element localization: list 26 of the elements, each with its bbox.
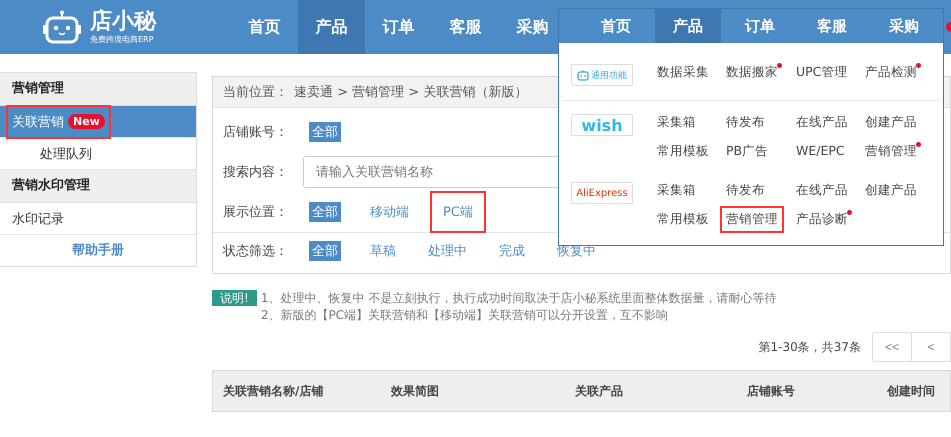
column-header: 效果简图: [391, 382, 440, 400]
filter-label: 展示位置：: [223, 204, 289, 221]
column-header: 关联产品: [575, 382, 624, 400]
notice-badge: 说明!: [212, 290, 257, 306]
filter-label: 状态筛选：: [223, 243, 289, 260]
breadcrumb-path: 速卖通 > 营销管理 > 关联营销（新版）: [294, 84, 528, 101]
brand-tagline: 免费跨境电商ERP: [90, 35, 154, 45]
notice-text: 1、处理中、恢复中 不是立刻执行，执行成功时间取决于店小秘系统里面整体数据量，请耐心等待: [260, 290, 776, 307]
breadcrumb-label: 当前位置：: [223, 84, 288, 101]
filter-label: 搜索内容：: [223, 164, 289, 181]
sidebar-group-heading: 营销管理: [0, 73, 196, 106]
new-badge: New: [68, 114, 105, 129]
sidebar-group-heading: 营销水印管理: [0, 170, 196, 203]
platform-logo: wish: [571, 114, 633, 136]
filter-label: 店铺账号：: [223, 124, 289, 141]
sidebar-item-label: 关联营销: [12, 114, 64, 130]
column-header: 创建时间: [887, 382, 936, 400]
brand-name: 店小秘: [90, 9, 156, 35]
pagination-summary: 第1-30条，共37条: [758, 338, 861, 356]
column-header: 关联营销名称/店铺: [223, 382, 324, 400]
column-header: 店铺账号: [747, 382, 796, 400]
platform-logo: 通用功能: [571, 64, 633, 86]
notice-text: 2、新版的【PC端】关联营销和【移动端】关联营销可以分开设置，互不影响: [260, 307, 670, 324]
sidebar-item-label: 处理队列: [40, 146, 92, 162]
platform-logo: AliExpress: [571, 182, 633, 204]
sidebar-item-label: 水印记录: [12, 210, 64, 228]
